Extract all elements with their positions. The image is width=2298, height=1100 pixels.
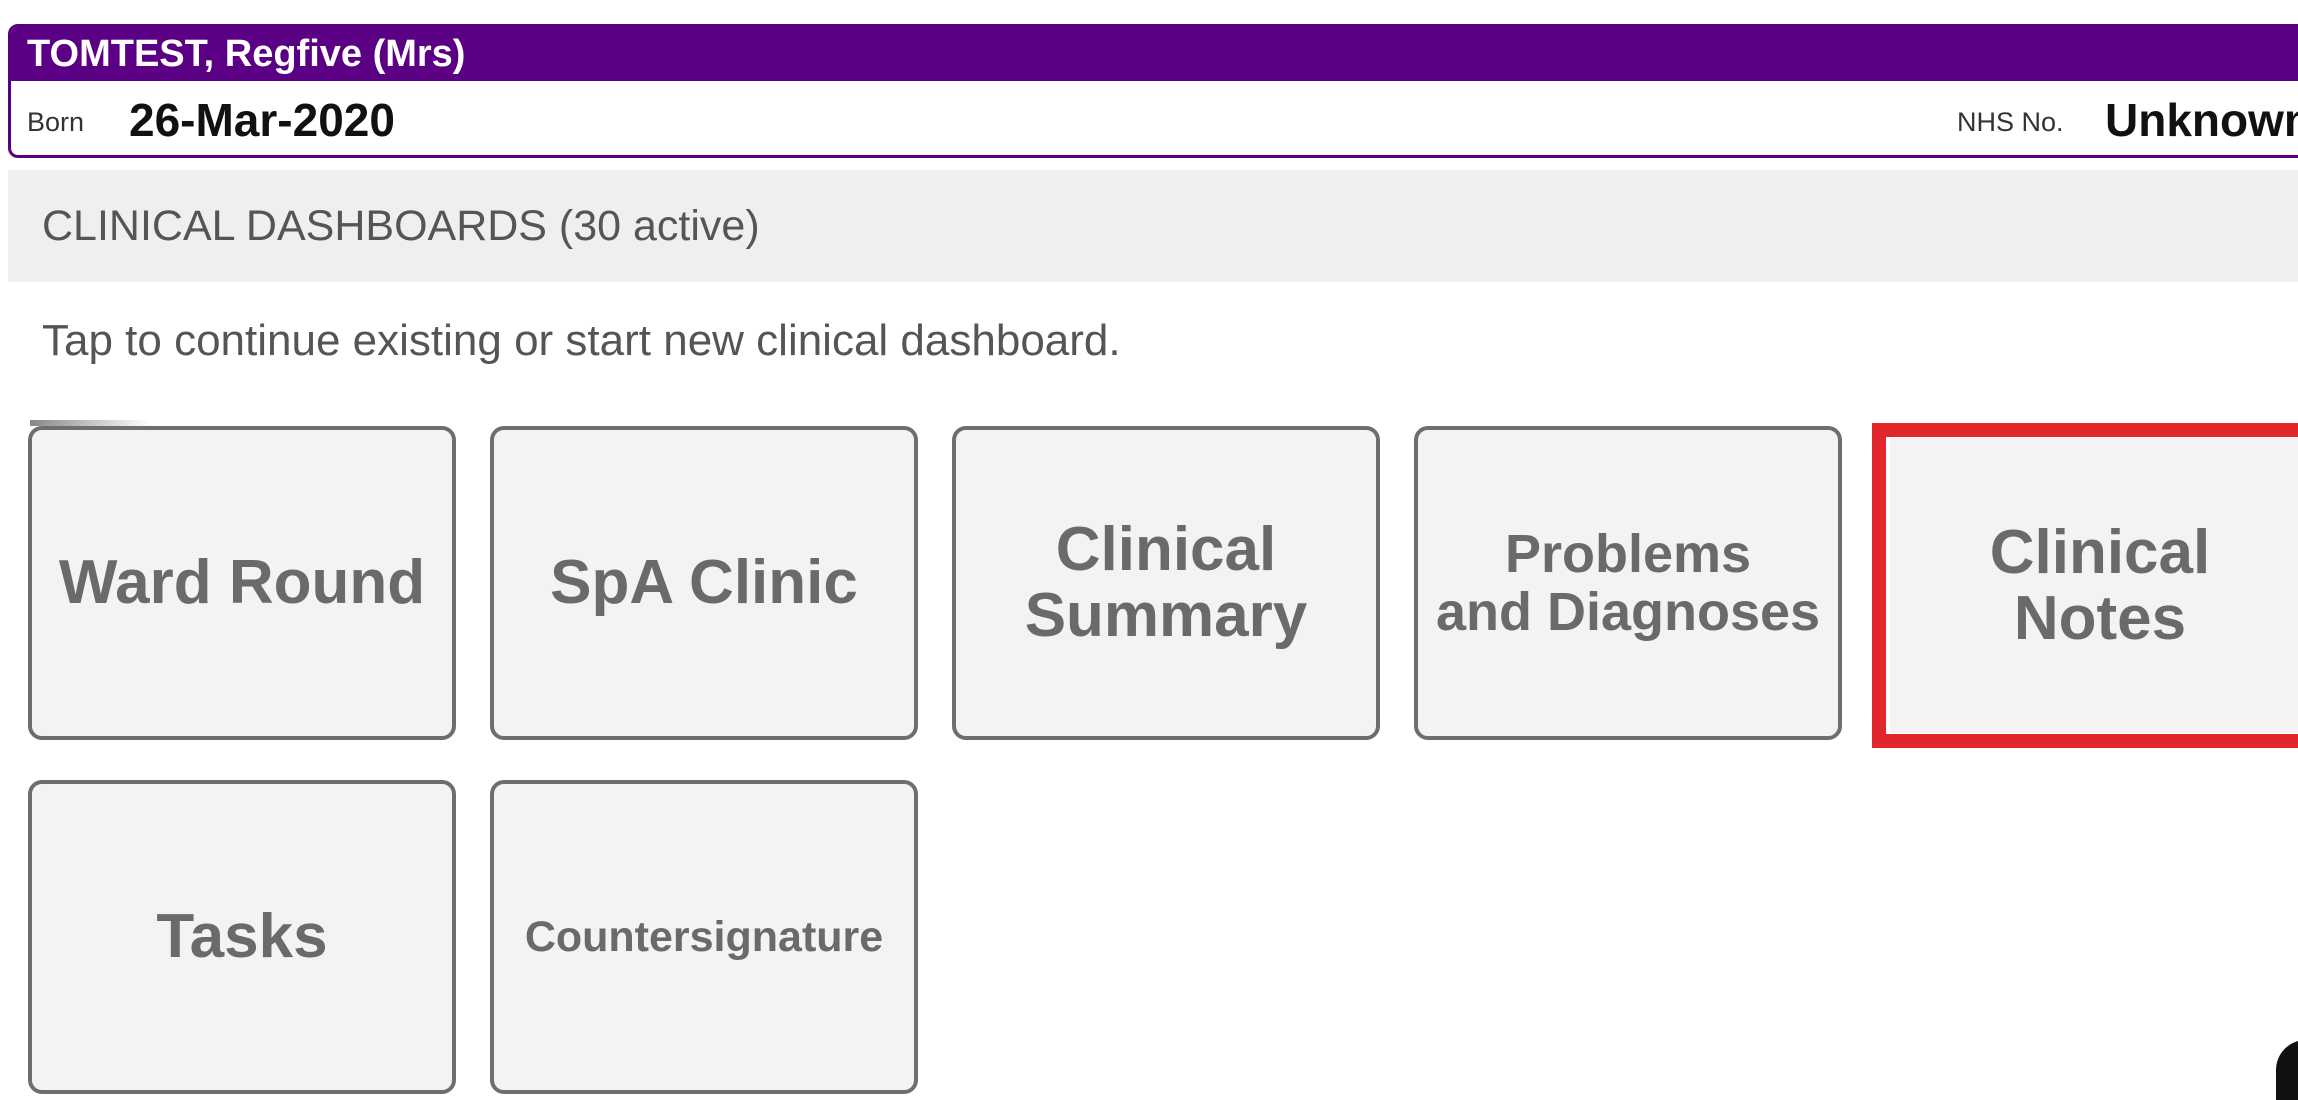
tile-clinical-notes[interactable]: Clinical Notes xyxy=(1890,438,2298,733)
tile-countersignature[interactable]: Countersignature xyxy=(490,780,918,1094)
patient-name: TOMTEST, Regfive (Mrs) xyxy=(11,27,2298,81)
patient-banner: TOMTEST, Regfive (Mrs) Born 26-Mar-2020 … xyxy=(8,24,2298,158)
tile-problems-and-diagnoses[interactable]: Problems and Diagnoses xyxy=(1414,426,1842,740)
tile-clinical-summary[interactable]: Clinical Summary xyxy=(952,426,1380,740)
nhs-number-label: NHS No. xyxy=(1957,107,2064,137)
corner-shape xyxy=(2276,1040,2298,1100)
born-value: 26-Mar-2020 xyxy=(129,94,395,146)
tile-tasks[interactable]: Tasks xyxy=(28,780,456,1094)
patient-details: Born 26-Mar-2020 NHS No. Unknown xyxy=(11,81,2298,155)
instruction-text: Tap to continue existing or start new cl… xyxy=(42,316,1121,365)
tile-ward-round[interactable]: Ward Round xyxy=(28,426,456,740)
nhs-number-value: Unknown xyxy=(2105,94,2298,146)
section-title: CLINICAL DASHBOARDS (30 active) xyxy=(8,170,2298,282)
tile-spa-clinic[interactable]: SpA Clinic xyxy=(490,426,918,740)
born-label: Born xyxy=(27,107,85,137)
